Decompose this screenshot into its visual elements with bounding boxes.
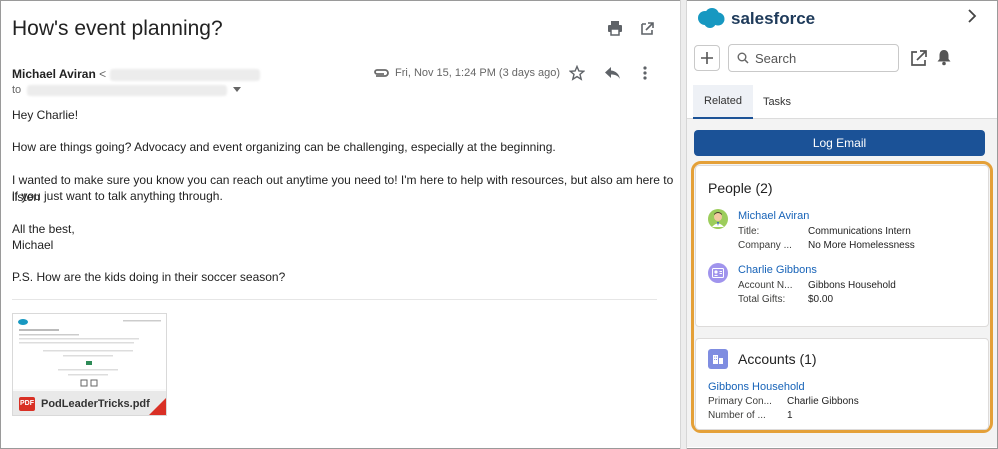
pane-divider: [680, 0, 687, 449]
account-link[interactable]: Gibbons Household: [808, 280, 896, 291]
attachment-filename: PodLeaderTricks.pdf: [41, 397, 150, 410]
tab-related[interactable]: Related: [693, 85, 753, 119]
sender-email-open: <: [99, 67, 107, 81]
sender-name: Michael Aviran: [12, 67, 96, 81]
person-name-link[interactable]: Michael Aviran: [738, 210, 809, 222]
redacted-sender-email: [109, 68, 260, 81]
sender-row: Michael Aviran <: [12, 67, 260, 81]
pdf-icon: PDF: [19, 396, 35, 411]
log-email-button[interactable]: Log Email: [694, 130, 985, 156]
attachment-info: PDF PodLeaderTricks.pdf: [13, 391, 166, 415]
attachment-thumbnail: [13, 314, 166, 389]
search-input[interactable]: [755, 50, 885, 66]
chevron-right-icon[interactable]: [967, 9, 977, 28]
field-value: $0.00: [808, 294, 834, 305]
open-in-new-icon[interactable]: [637, 18, 657, 38]
field-label: Total Gifts:: [738, 294, 786, 305]
paperclip-icon: [374, 69, 389, 77]
pdf-corner-icon: [149, 398, 166, 415]
salesforce-brand: salesforce: [731, 9, 816, 28]
field-value: 1: [787, 410, 793, 421]
to-label: to: [12, 84, 22, 96]
attachment-divider: [12, 299, 657, 300]
plus-icon: [701, 52, 713, 64]
accounts-card-title: Accounts (1): [738, 351, 817, 367]
avatar: [708, 209, 728, 229]
more-vert-icon[interactable]: [635, 63, 655, 83]
salesforce-panel: salesforce Related Tasks Log Email Peopl…: [687, 1, 997, 447]
tab-tasks[interactable]: Tasks: [755, 85, 799, 119]
body-postscript: P.S. How are the kids doing in their soc…: [12, 270, 286, 284]
reply-icon[interactable]: [602, 63, 622, 83]
salesforce-cloud-logo: [698, 8, 725, 28]
search-box[interactable]: [728, 44, 899, 72]
attachment-card[interactable]: PDF PodLeaderTricks.pdf: [12, 313, 167, 416]
body-greeting: Hey Charlie!: [12, 108, 79, 122]
accounts-card: Accounts (1) Gibbons Household Primary C…: [695, 338, 989, 430]
field-label: Title:: [738, 226, 760, 237]
account-name-link[interactable]: Gibbons Household: [708, 381, 805, 393]
field-label: Primary Con...: [708, 396, 772, 407]
chevron-down-icon[interactable]: [233, 84, 242, 96]
popout-icon[interactable]: [909, 48, 929, 73]
email-pane: How's event planning? Michael Aviran < t…: [1, 1, 679, 447]
body-closing-line-2: Michael: [12, 238, 54, 252]
search-icon: [737, 52, 749, 64]
bell-icon[interactable]: [935, 48, 953, 71]
email-subject: How's event planning?: [12, 17, 223, 40]
field-value: No More Homelessness: [808, 240, 915, 251]
field-label: Company ...: [738, 240, 792, 251]
people-card-title: People (2): [708, 180, 773, 196]
salesforce-header: salesforce Related Tasks: [687, 1, 997, 119]
body-paragraph-1: How are things going? Advocacy and event…: [12, 140, 556, 154]
people-card: People (2) Michael Aviran Title: Communi…: [695, 165, 989, 327]
body-paragraph-2-line-2: if you just want to talk anything throug…: [12, 189, 223, 203]
contact-link[interactable]: Charlie Gibbons: [787, 396, 859, 407]
add-button[interactable]: [694, 45, 720, 71]
print-icon[interactable]: [605, 18, 625, 38]
star-icon[interactable]: [567, 63, 587, 83]
email-date: Fri, Nov 15, 1:24 PM (3 days ago): [395, 67, 561, 79]
field-label: Number of ...: [708, 410, 766, 421]
field-label: Account N...: [738, 280, 793, 291]
tab-bar: Related Tasks: [687, 85, 997, 119]
contact-icon: [708, 263, 728, 283]
redacted-recipient: [27, 84, 228, 96]
recipient-row[interactable]: to: [12, 84, 242, 96]
field-value: Communications Intern: [808, 226, 911, 237]
body-closing-line-1: All the best,: [12, 222, 75, 236]
account-icon: [708, 349, 728, 369]
person-name-link[interactable]: Charlie Gibbons: [738, 264, 817, 276]
